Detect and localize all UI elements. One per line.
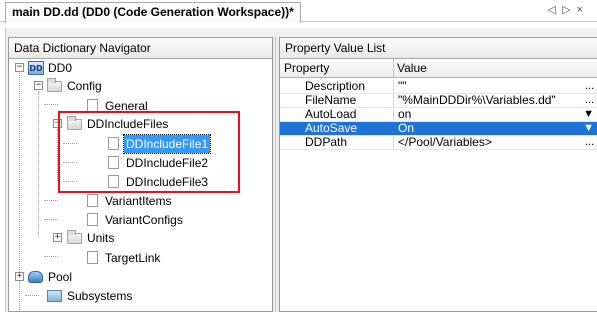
property-value[interactable]: "%MainDDDir%\Variables.dd" (393, 94, 597, 107)
navigator-pane-title: Data Dictionary Navigator (9, 38, 272, 59)
tree-node-label: Pool (48, 270, 73, 284)
property-value[interactable]: on (393, 108, 597, 121)
tree-node-label: Subsystems (67, 289, 133, 303)
tree-node-label: VariantItems (105, 194, 172, 208)
column-header-value[interactable]: Value (397, 59, 427, 77)
ellipsis-button[interactable]: ... (585, 136, 594, 148)
tree-node-variantconfigs[interactable]: VariantConfigs (9, 211, 189, 229)
page-icon (87, 213, 98, 226)
property-row-description[interactable]: Description "" ... (280, 80, 597, 93)
property-value[interactable]: "" (393, 80, 597, 93)
property-value[interactable]: </Pool/Variables> (393, 136, 597, 149)
column-separator[interactable] (393, 59, 394, 78)
tab-close-icon[interactable]: × (577, 4, 589, 16)
expand-collapse-toggle[interactable]: + (53, 233, 62, 242)
tree-node-label: Units (87, 231, 115, 245)
tree-node-label: DD0 (48, 61, 73, 75)
ellipsis-button[interactable]: ... (585, 94, 594, 106)
tree-node-pool[interactable]: + Pool (9, 268, 129, 286)
tree-node-label: TargetLink (105, 251, 161, 265)
expand-collapse-toggle[interactable]: − (34, 81, 43, 90)
tab-scroll-left-icon[interactable]: ◁ (548, 4, 562, 16)
tree-node-variantitems[interactable]: VariantItems (9, 192, 189, 210)
property-value-list-pane: Property Value List Property Value Descr… (279, 37, 597, 312)
tab-navigation: ◁▷× (548, 3, 589, 16)
property-value[interactable]: On (393, 122, 597, 135)
property-row-filename[interactable]: FileName "%MainDDDir%\Variables.dd" ... (280, 94, 597, 107)
property-name: Description (305, 79, 366, 93)
tree-node-subsystems[interactable]: Subsystems (9, 287, 159, 305)
folder-icon (47, 78, 62, 92)
dropdown-arrow-icon[interactable]: ▼ (583, 122, 594, 134)
folder-icon (67, 230, 82, 244)
property-name: FileName (305, 93, 357, 107)
document-tab-strip: main DD.dd (DD0 (Code Generation Workspa… (0, 0, 597, 23)
page-icon (87, 251, 98, 264)
page-icon (87, 194, 98, 207)
tree-node-config[interactable]: − Config (9, 77, 129, 95)
property-name: AutoSave (305, 121, 358, 135)
property-column-header: Property Value (280, 59, 597, 78)
column-header-property[interactable]: Property (284, 59, 329, 77)
property-pane-title: Property Value List (280, 38, 597, 59)
tree-node-dd0[interactable]: − DD DD0 (9, 59, 129, 77)
data-dictionary-icon: DD (28, 61, 44, 75)
expand-collapse-toggle[interactable]: + (15, 272, 24, 281)
dropdown-arrow-icon[interactable]: ▼ (583, 108, 594, 120)
subsystems-icon (47, 290, 62, 302)
document-tab-title: main DD.dd (DD0 (Code Generation Workspa… (12, 5, 294, 19)
property-name: AutoLoad (305, 107, 357, 121)
tab-scroll-right-icon[interactable]: ▷ (562, 4, 576, 16)
property-row-autoload[interactable]: AutoLoad on ▼ (280, 108, 597, 121)
row-divider (280, 149, 597, 150)
ellipsis-button[interactable]: ... (585, 80, 594, 92)
property-name: DDPath (305, 135, 348, 149)
pool-icon (28, 271, 43, 283)
tree-node-targetlink[interactable]: TargetLink (9, 249, 189, 267)
document-tab[interactable]: main DD.dd (DD0 (Code Generation Workspa… (5, 2, 301, 23)
tree-node-label: VariantConfigs (105, 213, 183, 227)
property-row-ddpath[interactable]: DDPath </Pool/Variables> ... (280, 136, 597, 149)
tree-node-label: Config (67, 79, 102, 93)
expand-collapse-toggle[interactable]: − (15, 63, 24, 72)
property-row-autosave[interactable]: AutoSave On ▼ (280, 122, 597, 135)
highlight-box (58, 111, 240, 193)
tree-node-units[interactable]: + Units (9, 229, 149, 247)
